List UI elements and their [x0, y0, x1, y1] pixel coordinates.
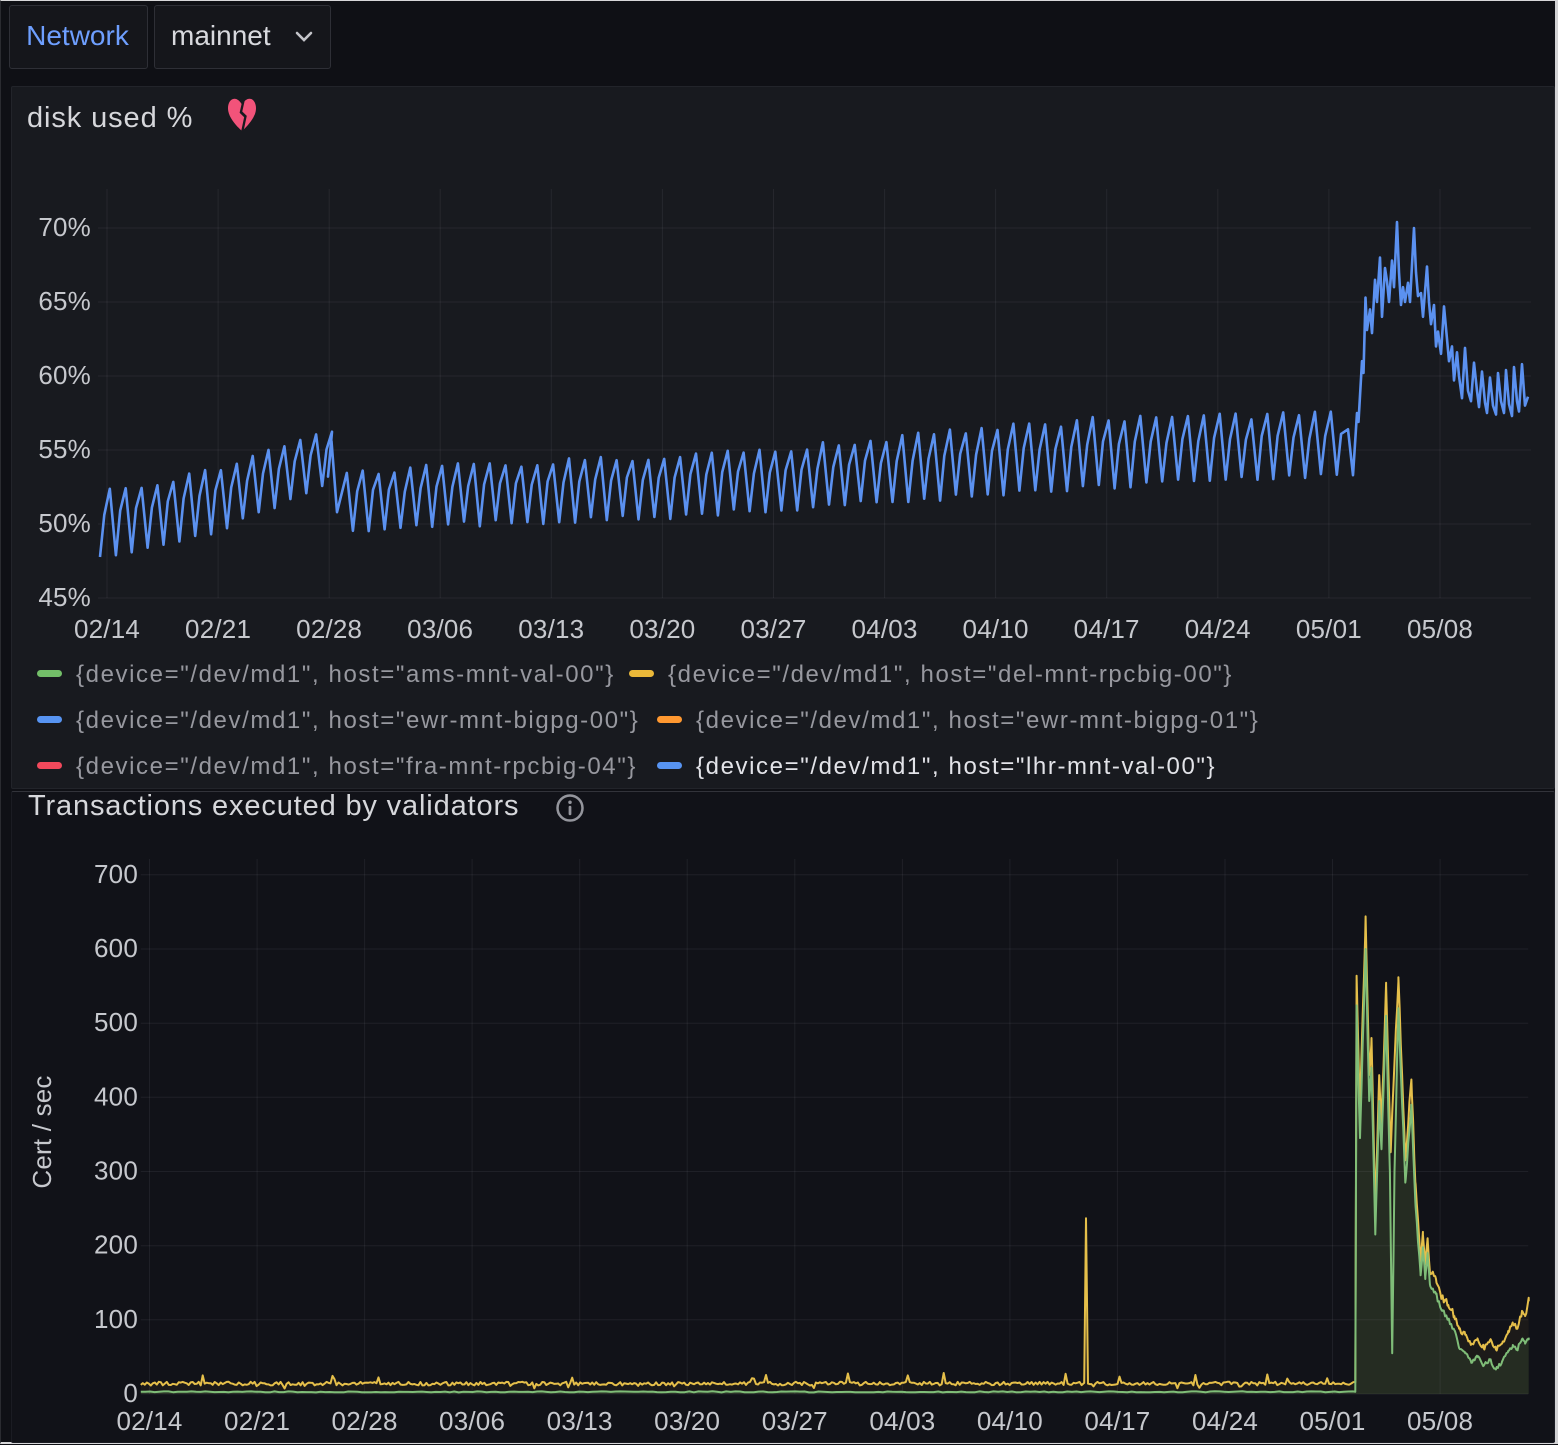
svg-text:02/21: 02/21 [224, 1406, 290, 1436]
svg-text:03/06: 03/06 [439, 1406, 505, 1436]
svg-text:200: 200 [94, 1230, 138, 1260]
svg-text:03/13: 03/13 [547, 1406, 613, 1436]
svg-text:02/21: 02/21 [185, 614, 251, 644]
svg-text:03/13: 03/13 [518, 614, 584, 644]
svg-text:02/28: 02/28 [296, 614, 362, 644]
svg-text:300: 300 [94, 1156, 138, 1186]
svg-text:03/06: 03/06 [407, 614, 473, 644]
svg-text:04/03: 04/03 [852, 614, 918, 644]
svg-text:02/28: 02/28 [332, 1406, 398, 1436]
svg-text:04/10: 04/10 [977, 1406, 1043, 1436]
svg-text:70%: 70% [38, 212, 91, 242]
svg-text:05/08: 05/08 [1407, 1406, 1473, 1436]
svg-text:05/08: 05/08 [1407, 614, 1473, 644]
svg-text:05/01: 05/01 [1296, 614, 1362, 644]
svg-text:04/24: 04/24 [1185, 614, 1251, 644]
svg-text:0: 0 [123, 1378, 138, 1408]
svg-text:45%: 45% [38, 582, 91, 612]
svg-text:04/17: 04/17 [1084, 1406, 1150, 1436]
svg-text:04/03: 04/03 [869, 1406, 935, 1436]
svg-text:Cert / sec: Cert / sec [27, 1075, 57, 1188]
svg-text:04/24: 04/24 [1192, 1406, 1258, 1436]
svg-text:04/10: 04/10 [963, 614, 1029, 644]
svg-text:50%: 50% [38, 508, 91, 538]
svg-text:700: 700 [94, 859, 138, 889]
svg-text:03/20: 03/20 [629, 614, 695, 644]
svg-text:55%: 55% [38, 434, 91, 464]
svg-text:100: 100 [94, 1304, 138, 1334]
svg-text:60%: 60% [38, 360, 91, 390]
svg-text:05/01: 05/01 [1299, 1406, 1365, 1436]
svg-text:02/14: 02/14 [116, 1406, 182, 1436]
svg-text:04/17: 04/17 [1074, 614, 1140, 644]
svg-text:500: 500 [94, 1007, 138, 1037]
svg-text:400: 400 [94, 1081, 138, 1111]
svg-text:600: 600 [94, 933, 138, 963]
svg-text:03/20: 03/20 [654, 1406, 720, 1436]
svg-text:03/27: 03/27 [740, 614, 806, 644]
svg-text:65%: 65% [38, 286, 91, 316]
svg-text:02/14: 02/14 [74, 614, 140, 644]
svg-text:03/27: 03/27 [762, 1406, 828, 1436]
